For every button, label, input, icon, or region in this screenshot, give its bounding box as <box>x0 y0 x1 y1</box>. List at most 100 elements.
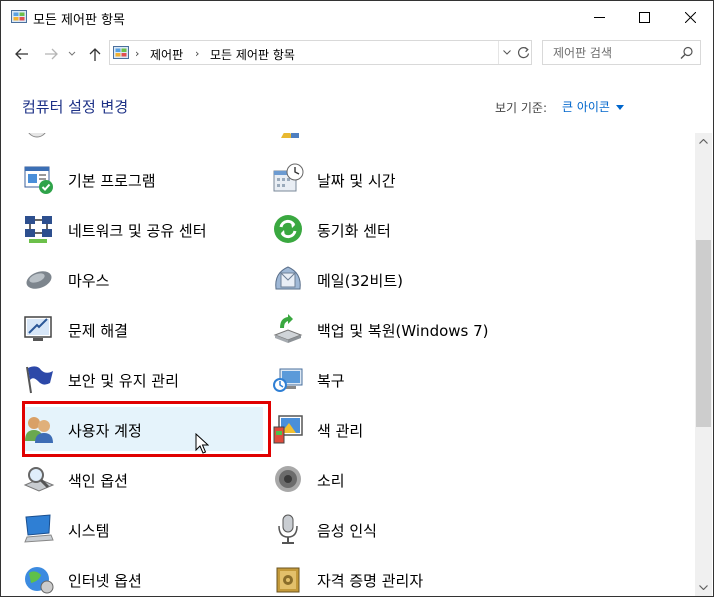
arrow-up-icon <box>89 48 101 61</box>
refresh-icon <box>517 47 530 59</box>
search-box[interactable] <box>542 40 701 65</box>
item-label: 마우스 <box>68 272 110 290</box>
color-management-icon <box>273 415 303 444</box>
item-label: 사용자 계정 <box>68 422 142 440</box>
item-label: 기본 프로그램 <box>68 172 156 190</box>
partial-item-icon <box>281 133 299 138</box>
chevron-down-icon <box>699 585 708 590</box>
refresh-button[interactable] <box>516 41 532 64</box>
item-mouse[interactable]: 마우스 <box>23 257 263 301</box>
vertical-scrollbar[interactable] <box>695 133 712 596</box>
title-bar[interactable]: 모든 제어판 항목 <box>1 1 713 34</box>
item-default-programs[interactable]: 기본 프로그램 <box>23 157 263 201</box>
indexing-icon <box>23 467 55 492</box>
item-troubleshooting[interactable]: 문제 해결 <box>23 307 263 351</box>
address-bar[interactable]: › 제어판 › 모든 제어판 항목 <box>109 40 532 65</box>
recent-locations-button[interactable] <box>65 43 79 65</box>
credential-manager-icon <box>276 567 300 593</box>
mail-icon <box>275 266 301 290</box>
view-by-dropdown[interactable]: 큰 아이콘 <box>562 98 624 115</box>
item-date-time[interactable]: 날짜 및 시간 <box>272 157 512 201</box>
network-sharing-icon <box>25 216 52 243</box>
scroll-down-button[interactable] <box>695 579 712 596</box>
caret-down-icon <box>615 105 624 110</box>
item-label: 시스템 <box>68 522 110 540</box>
user-accounts-icon <box>25 417 53 443</box>
item-label: 동기화 센터 <box>317 222 391 240</box>
default-programs-icon <box>24 166 53 194</box>
item-label: 색인 옵션 <box>68 472 128 490</box>
search-input[interactable] <box>543 41 683 64</box>
item-credential-manager[interactable]: 자격 증명 관리자 <box>272 557 512 596</box>
mouse-cursor-icon <box>195 433 209 454</box>
chevron-right-icon[interactable]: › <box>135 47 139 60</box>
date-time-icon <box>273 163 304 192</box>
close-button[interactable] <box>667 1 713 34</box>
page-title: 컴퓨터 설정 변경 <box>22 98 129 116</box>
item-label: 네트워크 및 공유 센터 <box>68 222 207 240</box>
maximize-icon <box>639 12 650 23</box>
item-label: 인터넷 옵션 <box>68 572 142 590</box>
control-panel-icon <box>11 10 27 23</box>
view-by-value: 큰 아이콘 <box>562 100 610 114</box>
minimize-icon <box>594 17 605 18</box>
chevron-down-icon <box>503 50 511 55</box>
item-system[interactable]: 시스템 <box>23 507 263 551</box>
breadcrumb-control-panel[interactable]: 제어판 <box>150 46 183 63</box>
item-label: 음성 인식 <box>317 522 377 540</box>
item-user-accounts[interactable]: 사용자 계정 <box>23 407 263 451</box>
internet-options-icon <box>25 567 54 594</box>
item-label: 소리 <box>317 472 345 490</box>
item-label: 복구 <box>317 372 345 390</box>
scroll-up-button[interactable] <box>695 133 712 150</box>
search-icon[interactable] <box>680 46 694 60</box>
item-color-management[interactable]: 색 관리 <box>272 407 512 451</box>
control-panel-icon <box>113 46 129 59</box>
scroll-thumb[interactable] <box>696 240 711 427</box>
control-panel-window: 모든 제어판 항목 › 제어판 › 모든 제어판 항목 제어판 검색 컴퓨터 설… <box>0 0 714 597</box>
recovery-icon <box>273 368 303 392</box>
breadcrumb-all-items[interactable]: 모든 제어판 항목 <box>210 46 295 63</box>
speech-recognition-icon <box>278 514 298 544</box>
flag-icon <box>26 366 53 394</box>
item-label: 날짜 및 시간 <box>317 172 396 190</box>
close-icon <box>685 12 696 23</box>
chevron-up-icon <box>699 139 708 144</box>
arrow-right-icon <box>45 48 58 60</box>
items-pane: 기본 프로그램 네트워크 및 공유 센터 마우스 문제 해결 보안 및 유지 관… <box>1 133 694 596</box>
item-internet-options[interactable]: 인터넷 옵션 <box>23 557 263 596</box>
maximize-button[interactable] <box>621 1 667 34</box>
chevron-down-icon <box>68 51 76 56</box>
view-by-label: 보기 기준: <box>495 101 548 115</box>
item-label: 메일(32비트) <box>317 272 403 290</box>
system-icon <box>24 514 54 543</box>
item-label: 보안 및 유지 관리 <box>68 372 179 390</box>
item-mail[interactable]: 메일(32비트) <box>272 257 512 301</box>
chevron-right-icon[interactable]: › <box>195 47 199 60</box>
item-security-maintenance[interactable]: 보안 및 유지 관리 <box>23 357 263 401</box>
item-backup-restore[interactable]: 백업 및 복원(Windows 7) <box>272 307 512 351</box>
item-label: 문제 해결 <box>68 322 128 340</box>
window-title: 모든 제어판 항목 <box>33 13 125 28</box>
item-recovery[interactable]: 복구 <box>272 357 512 401</box>
minimize-button[interactable] <box>576 1 622 34</box>
troubleshooting-icon <box>24 316 52 341</box>
item-label: 자격 증명 관리자 <box>317 572 424 590</box>
item-speech-recognition[interactable]: 음성 인식 <box>272 507 512 551</box>
item-label: 색 관리 <box>317 422 364 440</box>
mouse-icon <box>26 271 52 289</box>
item-sync-center[interactable]: 동기화 센터 <box>272 207 512 251</box>
sound-icon <box>275 466 301 492</box>
item-indexing-options[interactable]: 색인 옵션 <box>23 457 263 501</box>
forward-button[interactable] <box>41 43 61 65</box>
back-button[interactable] <box>12 43 32 65</box>
backup-restore-icon <box>273 314 303 343</box>
sync-center-icon <box>274 215 302 243</box>
item-network-sharing[interactable]: 네트워크 및 공유 센터 <box>23 207 263 251</box>
item-label: 백업 및 복원(Windows 7) <box>317 322 489 340</box>
partial-item-icon <box>28 133 46 138</box>
item-sound[interactable]: 소리 <box>272 457 512 501</box>
up-button[interactable] <box>86 43 106 65</box>
arrow-left-icon <box>15 48 28 60</box>
address-dropdown-button[interactable] <box>498 41 516 64</box>
